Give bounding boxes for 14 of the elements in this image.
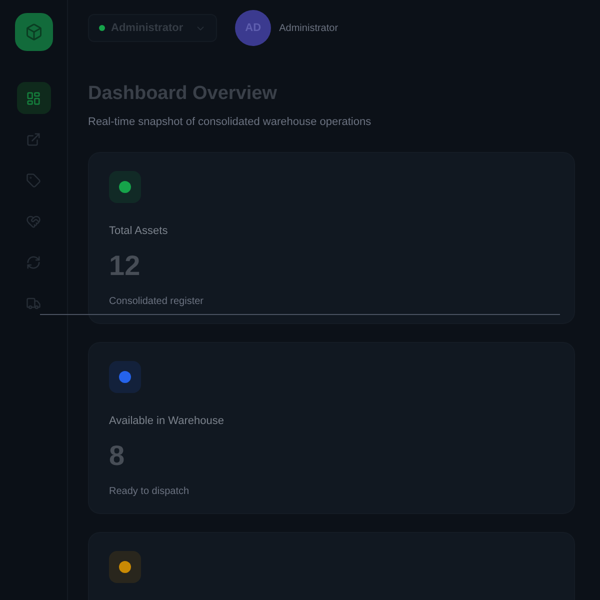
refresh-icon bbox=[26, 254, 41, 270]
page-subtitle: Real-time snapshot of consolidated warehouse operations bbox=[88, 114, 372, 130]
card-label: Total Assets bbox=[109, 224, 169, 240]
user-name: Administrator bbox=[279, 22, 338, 36]
sidebar-item[interactable] bbox=[16, 82, 50, 114]
card-label: Available in Warehouse bbox=[109, 414, 225, 430]
logo-icon bbox=[14, 13, 52, 51]
dashboard-icon bbox=[26, 90, 41, 106]
card-note: Ready to dispatch bbox=[109, 484, 190, 499]
truck-icon bbox=[26, 296, 41, 310]
tag-icon bbox=[26, 172, 41, 188]
external-link-icon bbox=[26, 132, 41, 146]
card-note: Consolidated register bbox=[109, 294, 204, 309]
handshake-icon bbox=[26, 214, 41, 228]
